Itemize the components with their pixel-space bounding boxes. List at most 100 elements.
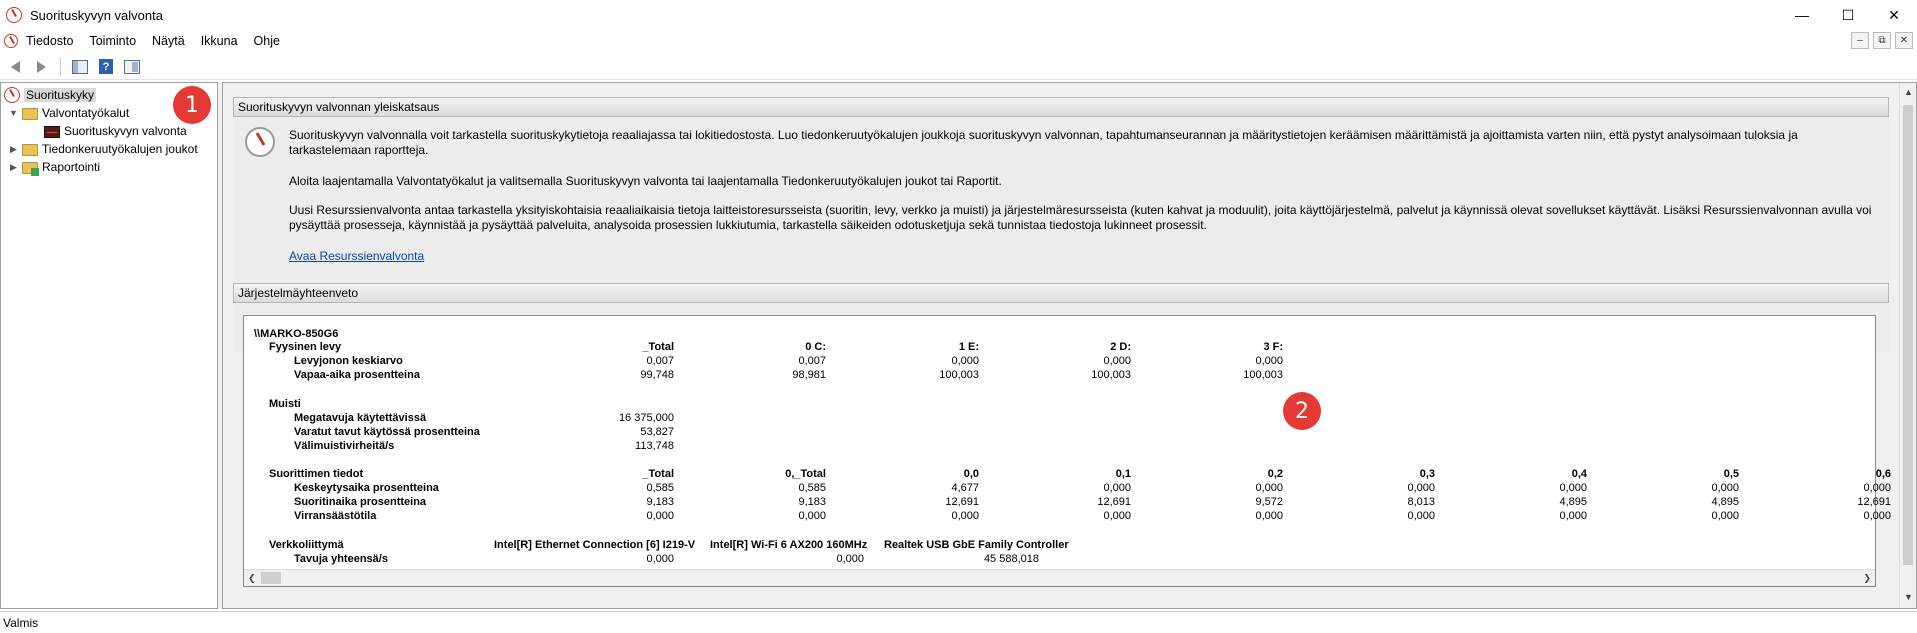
cpu-value: 4,895	[1711, 496, 1739, 508]
cpu-value: 0,000	[1255, 482, 1283, 494]
cpu-value: 4,677	[951, 482, 979, 494]
tree-item-data-collector-sets[interactable]: ▶ Tiedonkeruutyökalujen joukot	[9, 140, 198, 158]
horizontal-scrollbar[interactable]: ❮ ❯	[244, 569, 1875, 586]
network-value: 0,000	[646, 553, 674, 565]
menu-view[interactable]: Näytä	[144, 34, 193, 48]
cpu-value: 0,000	[1863, 482, 1891, 494]
network-row-label: Tavuja yhteensä/s	[294, 553, 388, 565]
network-value: 45 588,018	[983, 553, 1039, 565]
vertical-scroll-thumb[interactable]	[1903, 105, 1913, 565]
child-minimize-button[interactable]: –	[1851, 32, 1869, 49]
cpu-value: 0,000	[1559, 510, 1587, 522]
cpu-value: 9,183	[798, 496, 826, 508]
network-value: 0,000	[836, 553, 864, 565]
show-hide-tree-button[interactable]	[69, 56, 91, 78]
tree-item-reports[interactable]: ▶ Raportointi	[9, 158, 100, 176]
tree-item-label: Raportointi	[42, 160, 101, 174]
navigation-tree: Suorituskyky ▼ Valvontatyökalut Suoritus…	[0, 82, 218, 609]
cpu-value: 9,572	[1255, 496, 1283, 508]
expand-chevron-icon[interactable]: ▶	[9, 144, 18, 154]
system-menu-icon[interactable]	[4, 34, 18, 48]
vertical-scrollbar[interactable]: ▲ ▼	[1899, 83, 1916, 608]
disk-value: 0,000	[951, 355, 979, 367]
disk-row-label: Levyjonon keskiarvo	[294, 355, 403, 367]
menu-file[interactable]: Tiedosto	[18, 34, 81, 48]
memory-value: 16 375,000	[618, 412, 674, 424]
cpu-value: 0,000	[1559, 482, 1587, 494]
tree-item-performance[interactable]: Suorituskyky	[4, 86, 97, 104]
disk-row-label: Vapaa-aika prosentteina	[294, 369, 420, 381]
cpu-value: 0,000	[1863, 510, 1891, 522]
cpu-col-header: 0,1	[1115, 468, 1131, 480]
folder-icon	[22, 144, 38, 156]
help-icon: ?	[99, 59, 113, 74]
cpu-value: 0,000	[1255, 510, 1283, 522]
menu-help[interactable]: Ohje	[246, 34, 288, 48]
menu-bar: Tiedosto Toiminto Näytä Ikkuna Ohje – ⧉ …	[0, 30, 1917, 52]
scroll-right-icon[interactable]: ❯	[1863, 573, 1871, 584]
status-bar: Valmis	[0, 611, 1917, 633]
cpu-value: 0,000	[1407, 482, 1435, 494]
menu-action[interactable]: Toiminto	[81, 34, 144, 48]
cpu-value: 12,691	[1097, 496, 1131, 508]
expand-chevron-icon[interactable]: ▶	[9, 162, 18, 172]
memory-value: 53,827	[640, 426, 674, 438]
cpu-col-header: 0,5	[1723, 468, 1739, 480]
tree-item-label: Suorituskyvyn valvonta	[64, 124, 187, 138]
tree-item-label: Tiedonkeruutyökalujen joukot	[42, 142, 198, 156]
cpu-value: 0,000	[951, 510, 979, 522]
cpu-value: 0,000	[1103, 510, 1131, 522]
scroll-up-icon[interactable]: ▲	[1904, 87, 1913, 97]
forward-button[interactable]	[30, 56, 52, 78]
child-restore-button[interactable]: ⧉	[1873, 32, 1891, 49]
child-close-button[interactable]: ✕	[1895, 32, 1913, 49]
system-summary-panel: \\MARKO-850G6 Fyysinen levy _Total 0 C: …	[243, 315, 1891, 587]
overview-paragraph-1: Suorituskyvyn valvonnalla voit tarkastel…	[289, 128, 1798, 157]
open-resource-monitor-link[interactable]: Avaa Resurssienvalvonta	[289, 249, 424, 263]
help-button[interactable]: ?	[95, 56, 117, 78]
disk-col-header: 3 F:	[1263, 341, 1283, 353]
cpu-value: 9,183	[646, 496, 674, 508]
menu-window[interactable]: Ikkuna	[193, 34, 246, 48]
reports-folder-icon	[22, 162, 39, 176]
action-pane-icon	[124, 59, 140, 74]
overview-paragraph-3: Uusi Resurssienvalvonta antaa tarkastell…	[289, 203, 1872, 232]
tree-item-performance-monitor[interactable]: Suorituskyvyn valvonta	[44, 122, 187, 140]
overview-section-header[interactable]: Suorituskyvyn valvonnan yleiskatsaus	[233, 97, 1889, 117]
disk-value: 0,007	[646, 355, 674, 367]
cpu-value: 0,000	[1711, 482, 1739, 494]
cpu-value: 0,000	[646, 510, 674, 522]
cpu-value: 0,585	[646, 482, 674, 494]
callout-badge-2: 2	[1283, 392, 1321, 430]
disk-value: 0,007	[798, 355, 826, 367]
tree-item-monitoring-tools[interactable]: ▼ Valvontatyökalut	[9, 104, 129, 122]
cpu-col-header: 0,0	[963, 468, 979, 480]
show-hide-action-pane-button[interactable]	[121, 56, 143, 78]
memory-row-label: Varatut tavut käytössä prosentteina	[294, 426, 480, 438]
overview-paragraph-2: Aloita laajentamalla Valvontatyökalut ja…	[289, 174, 1002, 188]
tree-item-label: Valvontatyökalut	[42, 106, 130, 120]
system-summary-section-header[interactable]: Järjestelmäyhteenveto	[233, 283, 1889, 303]
cpu-col-header: 0,4	[1571, 468, 1587, 480]
scroll-left-icon[interactable]: ❮	[248, 573, 256, 584]
cpu-col-header: _Total	[642, 468, 674, 480]
status-text: Valmis	[3, 615, 39, 630]
maximize-button[interactable]: ☐	[1825, 0, 1871, 30]
cpu-value: 0,000	[1711, 510, 1739, 522]
memory-value: 113,748	[635, 440, 674, 452]
scroll-down-icon[interactable]: ▼	[1904, 592, 1913, 602]
close-button[interactable]: ✕	[1871, 0, 1917, 30]
title-bar: Suorituskyvyn valvonta — ☐ ✕	[0, 0, 1917, 30]
cpu-section-title: Suorittimen tiedot	[269, 468, 364, 480]
machine-name: \\MARKO-850G6	[254, 328, 339, 340]
toolbar-separator	[60, 57, 61, 76]
horizontal-scroll-thumb[interactable]	[261, 572, 281, 584]
minimize-button[interactable]: —	[1779, 0, 1825, 30]
memory-row-label: Välimuistivirheitä/s	[294, 440, 395, 452]
back-button[interactable]	[4, 56, 26, 78]
performance-monitor-icon	[6, 7, 22, 23]
network-section-title: Verkkoliittymä	[269, 539, 344, 551]
memory-row-label: Megatavuja käytettävissä	[294, 412, 427, 424]
collapse-chevron-icon[interactable]: ▼	[9, 108, 18, 118]
cpu-value: 0,000	[798, 510, 826, 522]
